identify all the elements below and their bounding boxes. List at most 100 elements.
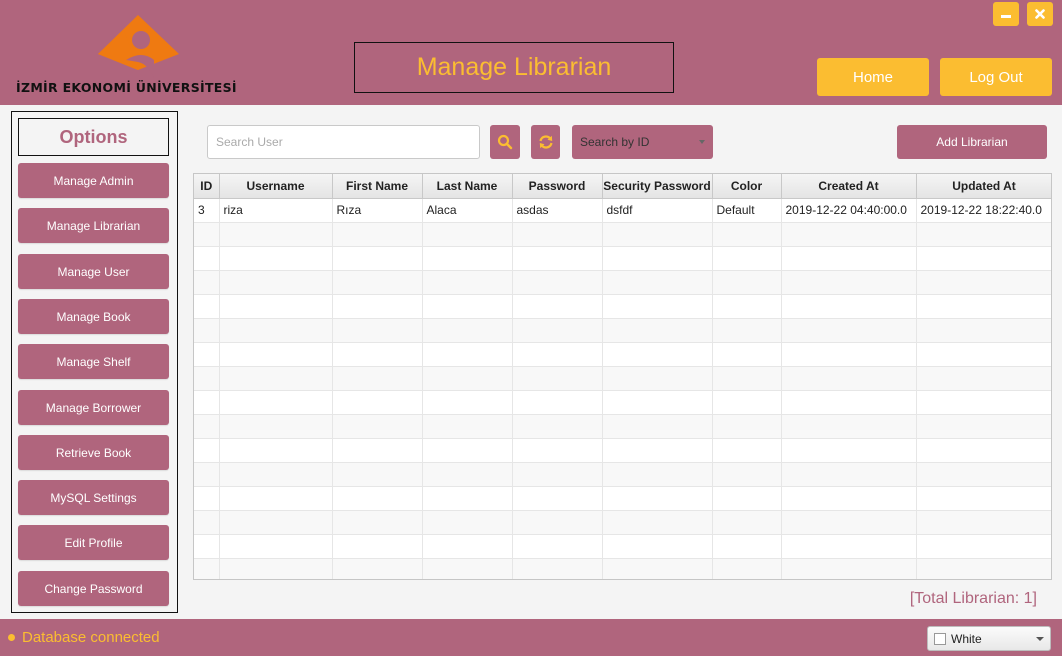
column-header-color[interactable]: Color [712, 174, 782, 199]
refresh-button[interactable] [531, 125, 560, 159]
cell-empty [194, 510, 220, 535]
cell-empty [512, 462, 603, 487]
column-header-username[interactable]: Username [219, 174, 333, 199]
sidebar-item-edit-profile[interactable]: Edit Profile [18, 525, 169, 560]
cell-empty [422, 342, 513, 367]
sidebar-item-manage-shelf[interactable]: Manage Shelf [18, 344, 169, 379]
logo-text: İZMİR EKONOMİ ÜNİVERSİTESİ [16, 80, 237, 95]
sidebar-item-manage-user[interactable]: Manage User [18, 254, 169, 289]
column-header-updated-at[interactable]: Updated At [916, 174, 1051, 199]
column-header-first-name[interactable]: First Name [332, 174, 423, 199]
cell-empty [602, 294, 713, 319]
cell-empty [781, 486, 917, 511]
sidebar-item-mysql-settings[interactable]: MySQL Settings [18, 480, 169, 515]
column-header-last-name[interactable]: Last Name [422, 174, 513, 199]
table-row-empty [194, 390, 1051, 415]
cell-empty [512, 246, 603, 271]
table-row-empty [194, 510, 1051, 535]
table-row[interactable]: 3 riza Rıza Alaca asdas dsfdf Default 20… [194, 198, 1051, 223]
table-row-empty [194, 342, 1051, 367]
add-librarian-button[interactable]: Add Librarian [897, 125, 1047, 159]
total-librarian-count: [Total Librarian: 1] [909, 590, 1037, 607]
table-row-empty [194, 414, 1051, 439]
table-row-empty [194, 270, 1051, 295]
cell-empty [781, 366, 917, 391]
page-title: Manage Librarian [416, 53, 612, 81]
cell-empty [712, 294, 782, 319]
home-button[interactable]: Home [817, 58, 929, 96]
cell-empty [602, 534, 713, 559]
cell-empty [422, 438, 513, 463]
cell-empty [712, 222, 782, 247]
cell-empty [781, 534, 917, 559]
search-by-dropdown[interactable]: Search by ID [572, 125, 713, 159]
theme-dropdown[interactable]: White [927, 626, 1051, 651]
cell-empty [332, 414, 423, 439]
cell-empty [422, 366, 513, 391]
cell-empty [219, 534, 333, 559]
cell-empty [916, 486, 1051, 511]
table-row-empty [194, 366, 1051, 391]
sidebar-item-manage-admin[interactable]: Manage Admin [18, 163, 169, 198]
minimize-button[interactable] [993, 2, 1019, 26]
cell-empty [194, 558, 220, 579]
cell-empty [332, 390, 423, 415]
cell-empty [194, 462, 220, 487]
cell-empty [602, 414, 713, 439]
logout-button[interactable]: Log Out [940, 58, 1052, 96]
search-button[interactable] [490, 125, 520, 159]
cell-empty [332, 510, 423, 535]
cell-empty [332, 222, 423, 247]
cell-last-name: Alaca [422, 198, 513, 223]
cell-empty [712, 246, 782, 271]
status-text: Database connected [22, 629, 160, 646]
cell-empty [512, 438, 603, 463]
close-button[interactable] [1027, 2, 1053, 26]
cell-empty [422, 318, 513, 343]
cell-empty [602, 222, 713, 247]
color-swatch-icon [934, 632, 946, 645]
cell-empty [602, 318, 713, 343]
column-header-created-at[interactable]: Created At [781, 174, 917, 199]
status-dot-icon [8, 634, 15, 641]
cell-empty [422, 270, 513, 295]
cell-empty [512, 534, 603, 559]
cell-empty [512, 390, 603, 415]
cell-empty [332, 462, 423, 487]
cell-empty [332, 294, 423, 319]
cell-empty [194, 390, 220, 415]
column-header-security-password[interactable]: Security Password [602, 174, 713, 199]
cell-empty [781, 318, 917, 343]
cell-empty [219, 222, 333, 247]
cell-empty [512, 294, 603, 319]
librarian-table[interactable]: ID Username First Name Last Name Passwor… [193, 173, 1052, 580]
sidebar-item-change-password[interactable]: Change Password [18, 571, 169, 606]
column-header-password[interactable]: Password [512, 174, 603, 199]
cell-empty [194, 246, 220, 271]
table-row-empty [194, 438, 1051, 463]
cell-empty [602, 558, 713, 579]
search-icon [497, 134, 513, 150]
cell-empty [916, 270, 1051, 295]
cell-empty [781, 558, 917, 579]
cell-empty [781, 438, 917, 463]
cell-empty [602, 246, 713, 271]
refresh-icon [538, 135, 553, 149]
table-row-empty [194, 246, 1051, 271]
cell-empty [712, 462, 782, 487]
cell-empty [916, 534, 1051, 559]
cell-empty [332, 342, 423, 367]
search-user-input[interactable] [207, 125, 480, 159]
cell-empty [219, 342, 333, 367]
cell-empty [916, 462, 1051, 487]
cell-empty [219, 390, 333, 415]
sidebar-item-manage-book[interactable]: Manage Book [18, 299, 169, 334]
sidebar-item-manage-borrower[interactable]: Manage Borrower [18, 390, 169, 425]
cell-empty [219, 270, 333, 295]
cell-empty [194, 270, 220, 295]
sidebar-item-manage-librarian[interactable]: Manage Librarian [18, 208, 169, 243]
sidebar-item-retrieve-book[interactable]: Retrieve Book [18, 435, 169, 470]
cell-empty [916, 222, 1051, 247]
column-header-id[interactable]: ID [194, 174, 220, 199]
cell-empty [219, 438, 333, 463]
